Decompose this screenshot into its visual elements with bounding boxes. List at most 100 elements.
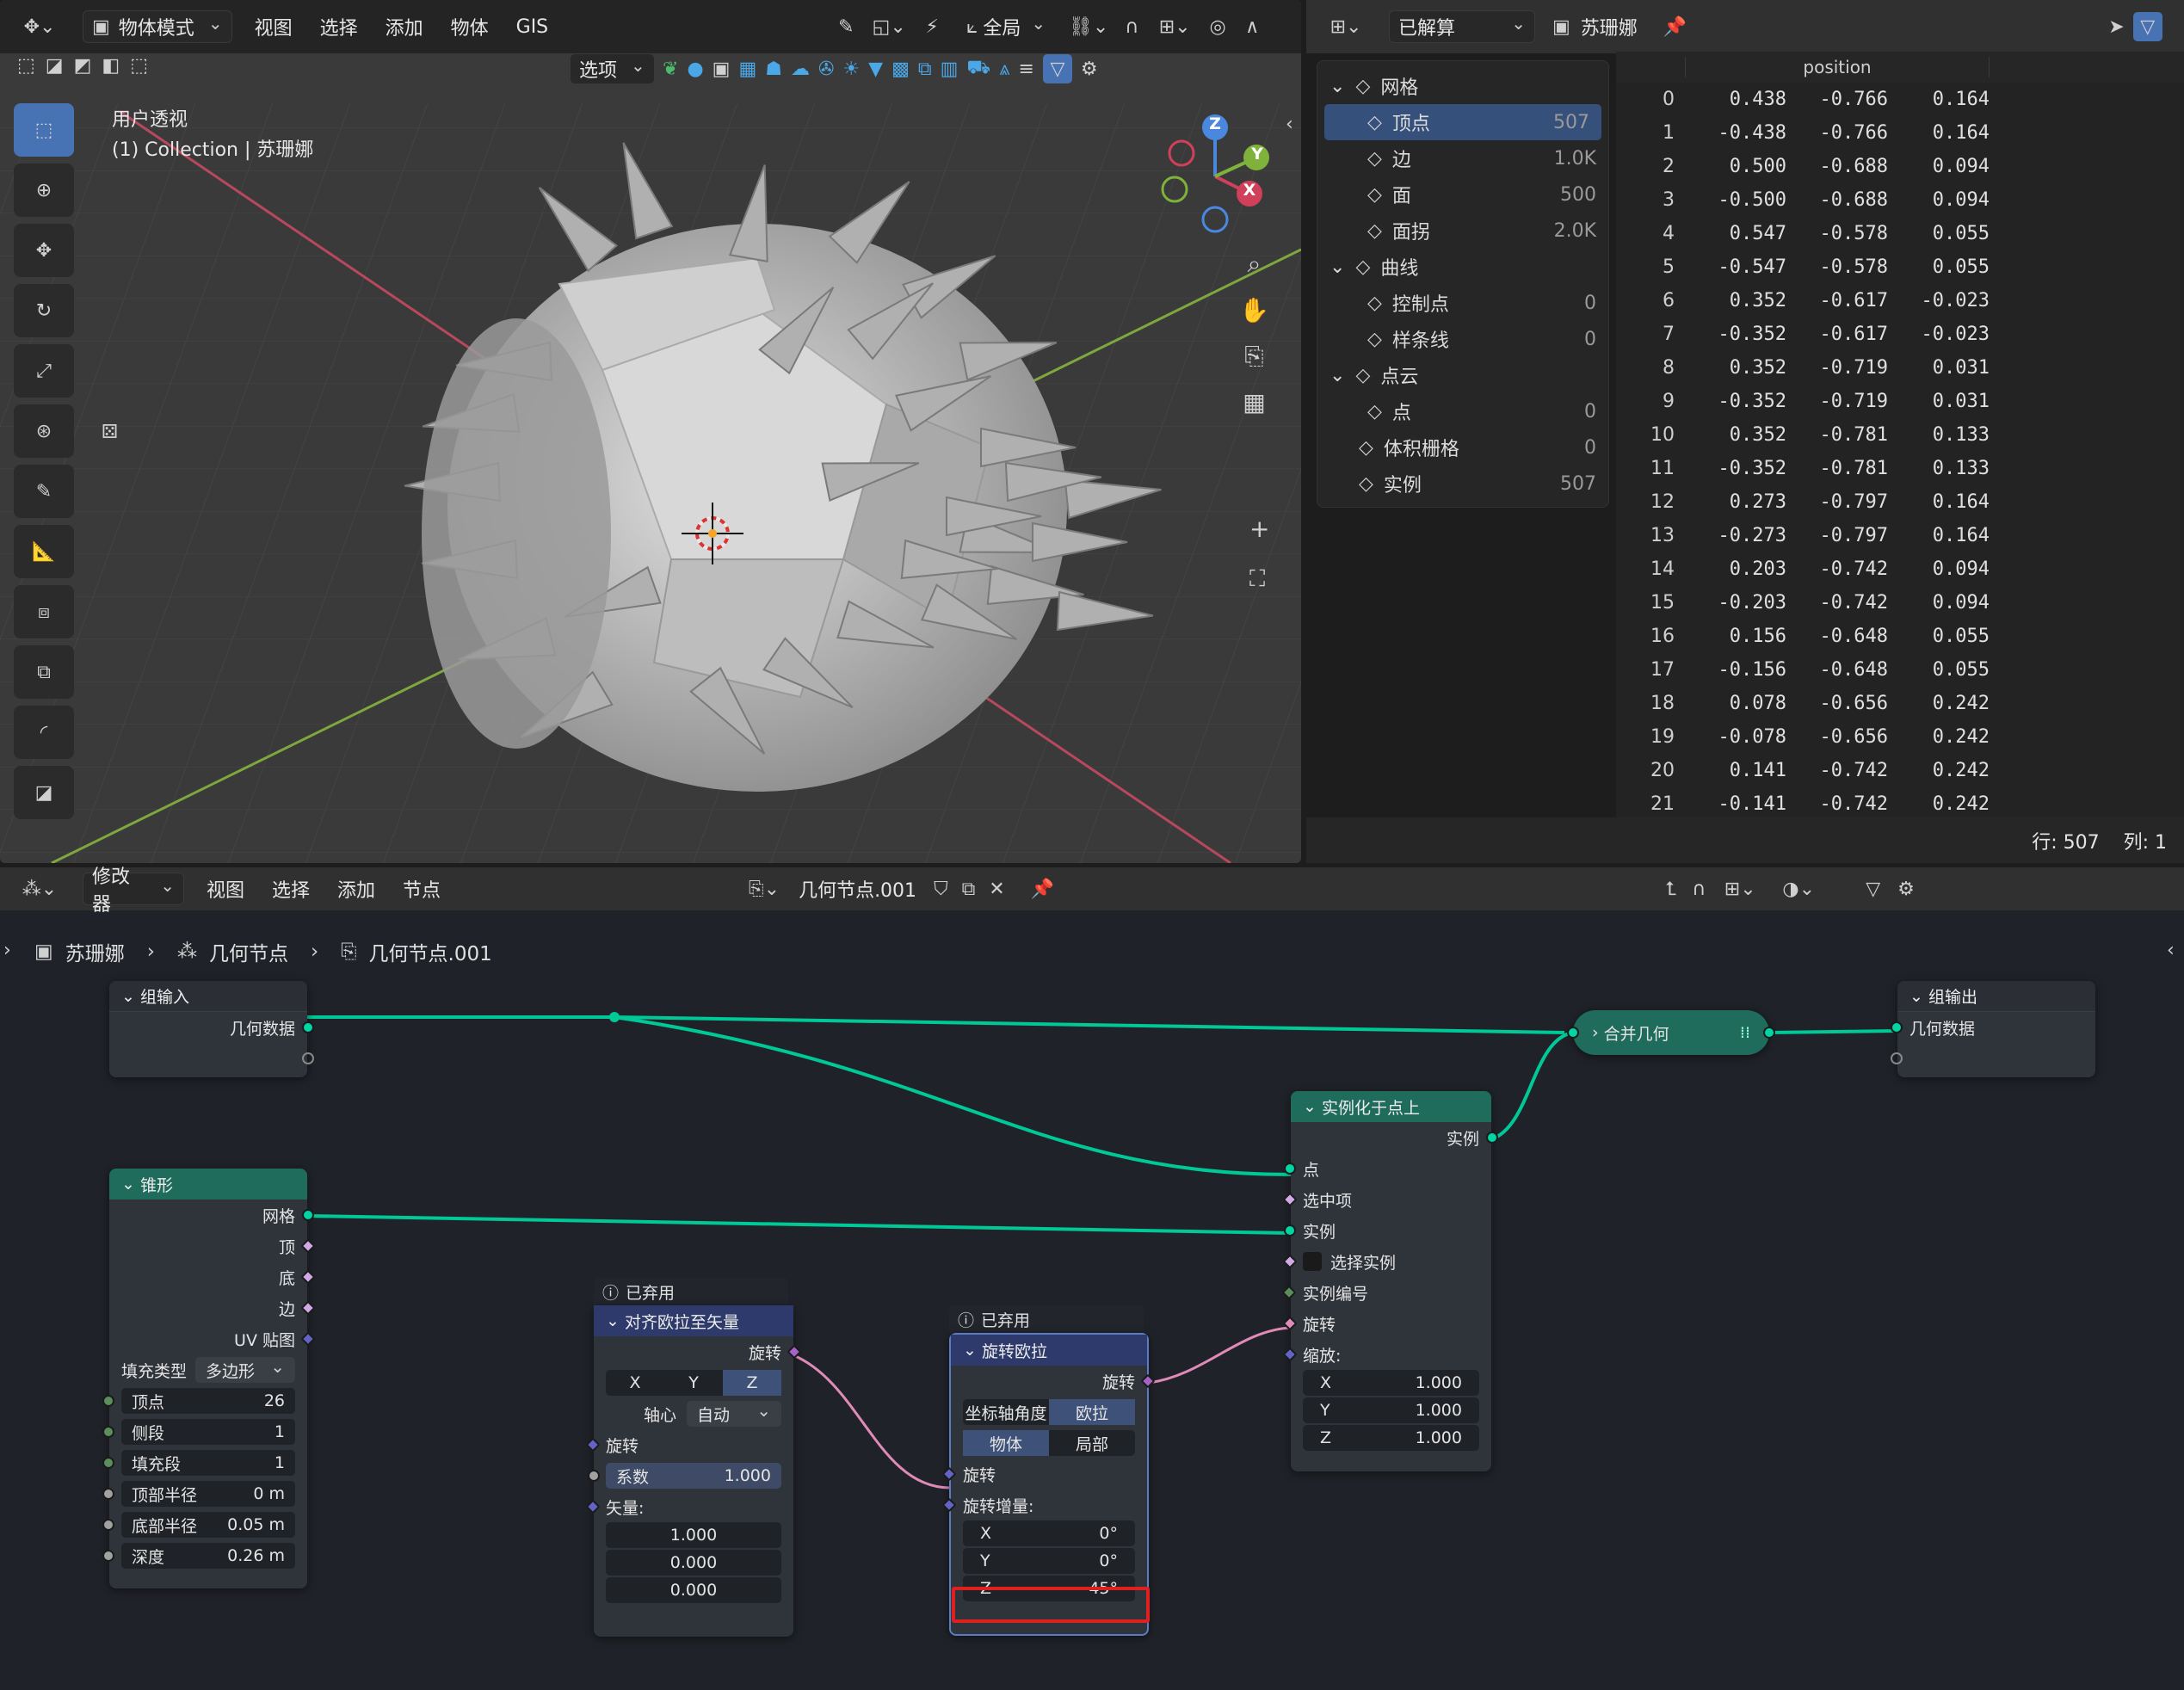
zoom-icon[interactable]: ⌕ [1239,250,1269,279]
socket-field-in[interactable] [102,1457,114,1469]
light-icon[interactable]: ☀ [842,59,860,80]
list-icon[interactable]: ≡ [1018,59,1033,80]
axis-selector[interactable]: X Y Z [606,1370,781,1396]
camera-dice-icon[interactable]: ⚄ [102,422,118,443]
tool-scale[interactable]: ⤢ [14,344,74,398]
evaluation-dropdown[interactable]: 已解算 [1389,10,1535,43]
spreadsheet-filter-icon[interactable]: ▽ [2132,12,2162,41]
tool-move[interactable]: ✥ [14,224,74,277]
socket-join-in[interactable] [1567,1027,1579,1039]
proportional-edit-icon[interactable]: ◎ [1200,16,1235,38]
spreadsheet-table[interactable]: position 0 0.438 -0.766 0.164 1 -0.438 -0.766 0… [1616,52,2184,826]
select-intersect-icon[interactable]: ⬚ [130,55,148,77]
vector-z-field[interactable]: 0.000 [606,1577,781,1603]
leaf-icon[interactable]: ❦ [663,59,678,80]
building-icon[interactable]: ▥ [941,59,959,80]
column-header-position[interactable]: position [1685,57,1990,77]
select-new-icon[interactable]: ⬚ [17,55,35,77]
table-row[interactable]: 11 -0.352 -0.781 0.133 [1616,452,2184,485]
node-group-output[interactable]: ⌄ 组输出 几何数据 [1891,981,2095,1077]
axis-field-x[interactable]: X 1.000 [1303,1370,1479,1396]
node-group-input[interactable]: ⌄ 组输入 几何数据 [109,981,314,1077]
frame-selected-icon[interactable]: ⛶ [1249,566,1265,593]
table-row[interactable]: 12 0.273 -0.797 0.164 [1616,485,2184,519]
table-row[interactable]: 3 -0.500 -0.688 0.094 [1616,183,2184,217]
factor-field[interactable]: 系数 1.000 [606,1463,781,1489]
menu-view[interactable]: 视图 [241,13,306,40]
pick-instance-checkbox[interactable] [1303,1252,1322,1271]
select-invert-icon[interactable]: ◧ [102,55,120,77]
axis-y-button[interactable]: Y [664,1370,723,1396]
grid-icon[interactable]: ▩ [891,59,910,80]
table-row[interactable]: 20 0.141 -0.742 0.242 [1616,754,2184,787]
tree-item[interactable]: ⌄ ◇ 点云 [1317,357,1608,393]
select-extend-icon[interactable]: ◪ [46,55,64,77]
selected-only-icon[interactable]: ➤ [2108,16,2124,38]
axis-field-z[interactable]: Z 1.000 [1303,1425,1479,1451]
settings-gear-icon[interactable]: ⚙ [1081,59,1098,80]
select-subtract-icon[interactable]: ◩ [74,55,92,77]
camera-icon[interactable]: ⎘ [1239,342,1269,371]
cone-field[interactable]: 顶部半径 0 m [121,1481,295,1507]
table-row[interactable]: 19 -0.078 -0.656 0.242 [1616,720,2184,754]
table-row[interactable]: 5 -0.547 -0.578 0.055 [1616,250,2184,284]
tool-cursor[interactable]: ⊕ [14,163,74,217]
socket-geometry-out[interactable] [302,1021,314,1033]
table-row[interactable]: 9 -0.352 -0.719 0.031 [1616,385,2184,418]
tree-item[interactable]: ◇ 点 0 [1317,393,1608,429]
table-row[interactable]: 2 0.500 -0.688 0.094 [1616,150,2184,183]
perspective-grid-icon[interactable]: ▦ [1239,388,1269,416]
node-cone[interactable]: ⌄ 锥形 网格 顶 底 边 UV 贴图 填充类型 多边形 顶点 26 侧段 1 填充段 1… [102,1169,316,1588]
socket-join-out[interactable] [1763,1027,1775,1039]
socket-factor-in[interactable] [588,1470,600,1482]
node-editor[interactable]: ⁂⌄ 修改器 视图 选择 添加 节点 ⎘⌄ 几何节点.001 ⛉ ⧉ ✕ 📌 ⮤… [0,867,2184,1690]
table-row[interactable]: 18 0.078 -0.656 0.242 [1616,687,2184,720]
axis-angle-button[interactable]: 坐标轴角度 [963,1399,1049,1425]
table-row[interactable]: 6 0.352 -0.617 -0.023 [1616,284,2184,318]
cone-field[interactable]: 顶点 26 [121,1388,295,1414]
cone-field[interactable]: 深度 0.26 m [121,1543,295,1569]
axis-x-button[interactable]: X [606,1370,664,1396]
node-instance-on-points[interactable]: ⌄ 实例化于点上 实例 点 选中项 实例 选择实例 实例编号 旋转 缩放: X 1… [1281,1091,1498,1471]
falloff-icon[interactable]: ∧ [1235,16,1269,38]
select-mode-buttons[interactable]: ⬚ ◪ ◩ ◧ ⬚ [17,55,148,77]
tool-annotate[interactable]: ✎ [14,465,74,518]
tree-item[interactable]: ◇ 面 500 [1317,176,1608,213]
vector-y-field[interactable]: 0.000 [606,1550,781,1576]
cone-field[interactable]: 底部半径 0.05 m [121,1512,295,1538]
tool-measure[interactable]: 📐 [14,525,74,578]
menu-select[interactable]: 选择 [306,13,372,40]
tool-a[interactable]: ◜ [14,706,74,759]
socket-field-in[interactable] [102,1519,114,1531]
add-plus-icon[interactable]: + [1249,515,1269,543]
table-row[interactable]: 15 -0.203 -0.742 0.094 [1616,586,2184,620]
expand-chevron-icon[interactable]: ⌄ [1330,76,1345,97]
socket-instances-out[interactable] [1486,1132,1498,1144]
space-selector[interactable]: 物体 局部 [963,1430,1135,1456]
socket-points-in[interactable] [1284,1163,1296,1175]
table-row[interactable]: 17 -0.156 -0.648 0.055 [1616,653,2184,687]
menu-gis[interactable]: GIS [503,16,563,38]
socket-empty-out[interactable] [302,1052,314,1064]
tool-scale-cage[interactable]: ⧉ [14,645,74,699]
pivot-dropdown[interactable]: 自动 [687,1401,781,1427]
axis-field-x[interactable]: X 0° [963,1520,1135,1546]
tree-item[interactable]: ◇ 顶点 507 [1324,104,1601,140]
mode-dropdown[interactable]: ▣ 物体模式 [83,10,232,43]
pivot-icon[interactable]: ◱⌄ [863,16,915,38]
expand-chevron-icon[interactable]: ⌄ [1330,365,1345,386]
fill-type-dropdown[interactable]: 多边形 [195,1357,295,1383]
table-row[interactable]: 10 0.352 -0.781 0.133 [1616,418,2184,452]
drop-icon[interactable]: ● [687,59,703,80]
options-dropdown[interactable]: 选项 [570,53,655,84]
euler-button[interactable]: 欧拉 [1049,1399,1135,1425]
nodes-icon[interactable]: ⧉ [918,59,932,80]
axis-field-y[interactable]: Y 1.000 [1303,1397,1479,1423]
cone-field[interactable]: 侧段 1 [121,1419,295,1445]
3d-viewport[interactable]: Z Y X ✥⌄ ▣ 物体模式 视图 选择 添加 物体 GIS ✎ ◱⌄ ⚡ ⟀… [0,0,1301,863]
table-row[interactable]: 16 0.156 -0.648 0.055 [1616,620,2184,653]
armature-icon[interactable]: ☗ [765,59,782,80]
socket-output-empty-in[interactable] [1891,1052,1903,1064]
table-row[interactable]: 7 -0.352 -0.617 -0.023 [1616,318,2184,351]
tool-rotate[interactable]: ↻ [14,284,74,337]
